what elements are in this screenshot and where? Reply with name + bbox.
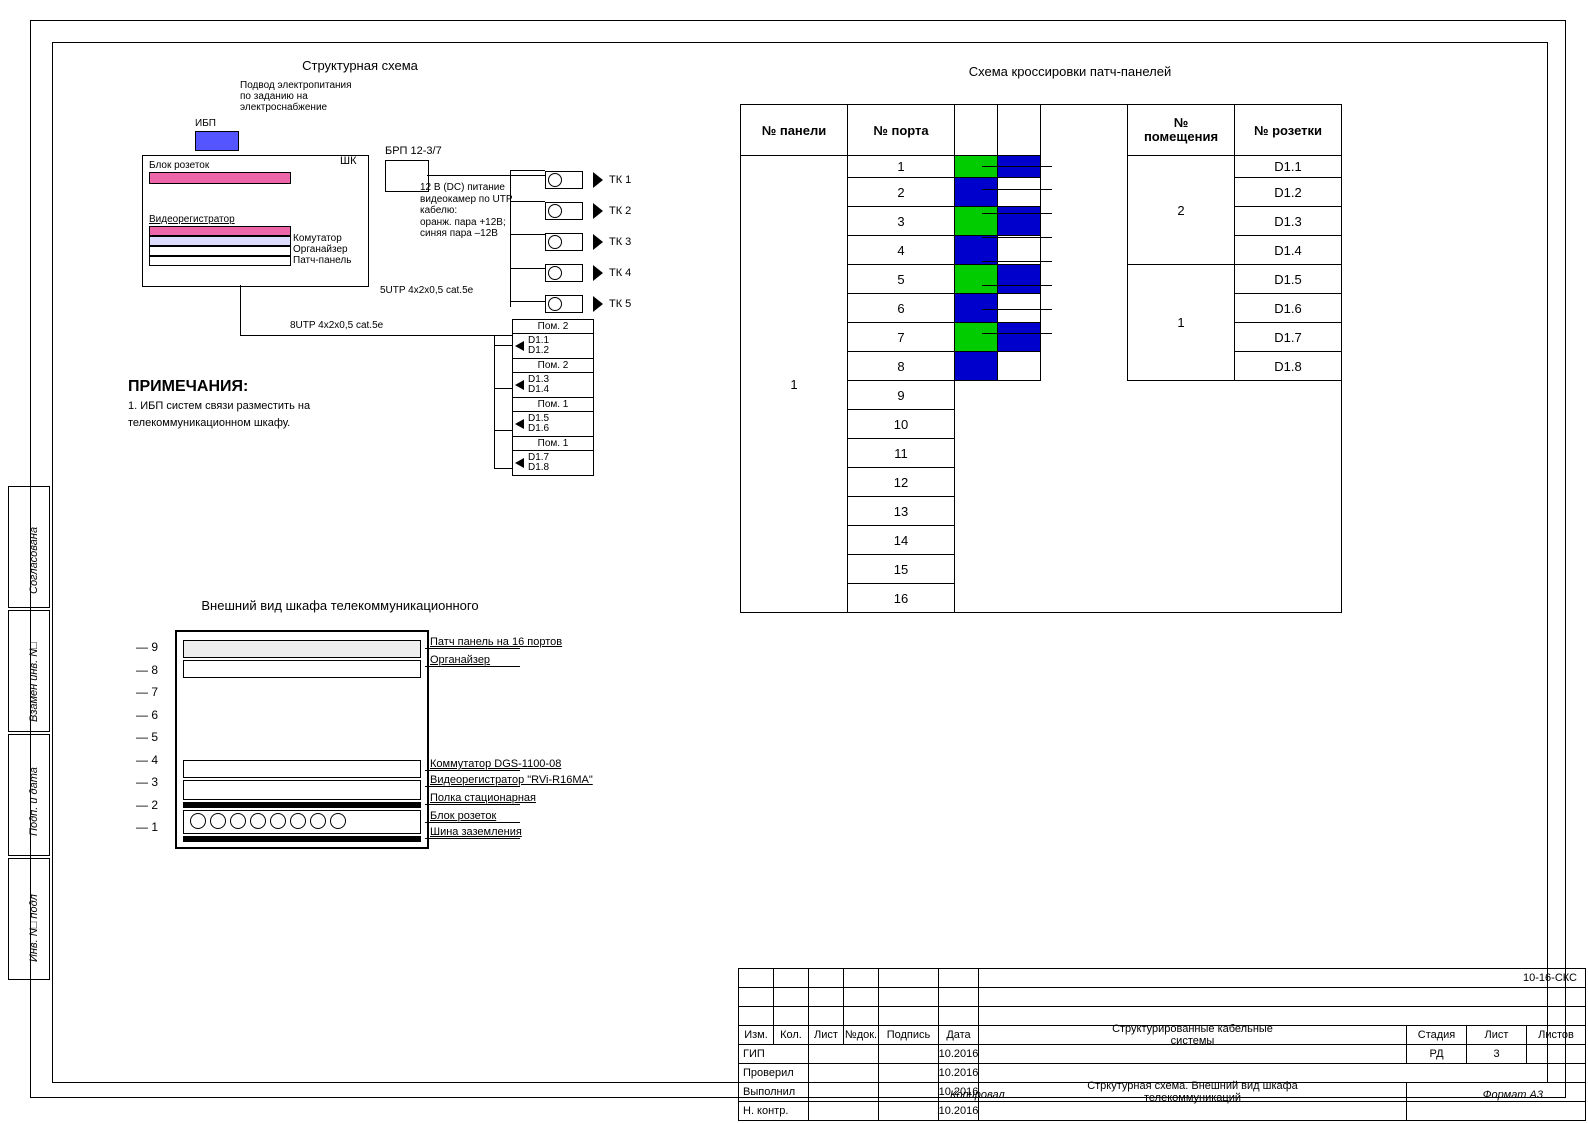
rack-patch-panel xyxy=(183,640,421,658)
rack-shelf xyxy=(183,802,421,808)
tab-label: Подп. и дата xyxy=(28,767,40,836)
rack-outline xyxy=(175,630,429,849)
ups-label: ИБП xyxy=(195,118,216,129)
rack-title: Внешний вид шкафа телекоммуникационного xyxy=(170,598,510,613)
dvr-label: Видеорегистратор xyxy=(149,214,235,225)
rack-ground xyxy=(183,836,421,842)
tab-label: Инв. N□ подл xyxy=(28,894,40,962)
camera-label: ТК 2 xyxy=(609,205,631,217)
cable-utp5: 5UTP 4x2x0,5 cat.5e xyxy=(380,285,473,296)
cabinet-code: ШК xyxy=(340,155,357,167)
cross-title: Схема кроссировки патч-панелей xyxy=(900,64,1240,79)
camera-list: ТК 1 ТК 2 ТК 3 ТК 4 ТК 5 xyxy=(545,158,631,326)
tab-label: Взамен инв. N□ xyxy=(28,642,40,722)
rack-numbers: — 9— 8— 7— 6— 5— 4— 3— 2— 1 xyxy=(128,636,158,839)
brp-note: 12 В (DC) питание видеокамер по UTP кабе… xyxy=(420,182,513,240)
cabinet-box: Блок розеток Видеорегистратор Комутатор … xyxy=(142,155,369,287)
left-margin-tabs: Согласована Взамен инв. N□ Подп. и дата … xyxy=(8,486,50,982)
camera-label: ТК 5 xyxy=(609,298,631,310)
cable-utp8: 8UTP 4x2x0,5 cat.5e xyxy=(290,320,383,331)
rack-switch xyxy=(183,760,421,778)
power-supply-note: Подвод электропитания по заданию на элек… xyxy=(240,80,352,113)
camera-label: ТК 4 xyxy=(609,267,631,279)
camera-label: ТК 3 xyxy=(609,236,631,248)
footer-format: Формат А3 xyxy=(1483,1089,1543,1101)
organizer-label: Органайзер xyxy=(293,244,348,255)
footer-copy: Копировал xyxy=(950,1089,1005,1101)
struct-title: Структурная схема xyxy=(260,58,460,73)
rack-dvr xyxy=(183,780,421,800)
brp-label: БРП 12-3/7 xyxy=(385,145,442,157)
notes-text: 1. ИБП систем связи разместить на телеко… xyxy=(128,398,310,431)
cross-table: № панели № порта № помещения № розетки 1… xyxy=(740,104,1342,613)
rack-sockets xyxy=(183,810,421,834)
switch-label: Комутатор xyxy=(293,233,342,244)
title-block: 10-16-СКС Изм.Кол.Лист№док.ПодписьДата С… xyxy=(738,968,1586,1121)
camera-label: ТК 1 xyxy=(609,174,631,186)
tab-label: Согласована xyxy=(28,527,40,594)
notes-heading: ПРИМЕЧАНИЯ: xyxy=(128,378,248,396)
outlet-block-label: Блок розеток xyxy=(149,160,209,171)
rack-organizer xyxy=(183,660,421,678)
outlet-block-icon xyxy=(149,172,291,184)
ups-icon xyxy=(195,131,239,151)
room-ports: Пом. 2D1.1 D1.2 Пом. 2D1.3 D1.4 Пом. 1D1… xyxy=(512,319,594,476)
patch-label: Патч-панель xyxy=(293,255,351,266)
